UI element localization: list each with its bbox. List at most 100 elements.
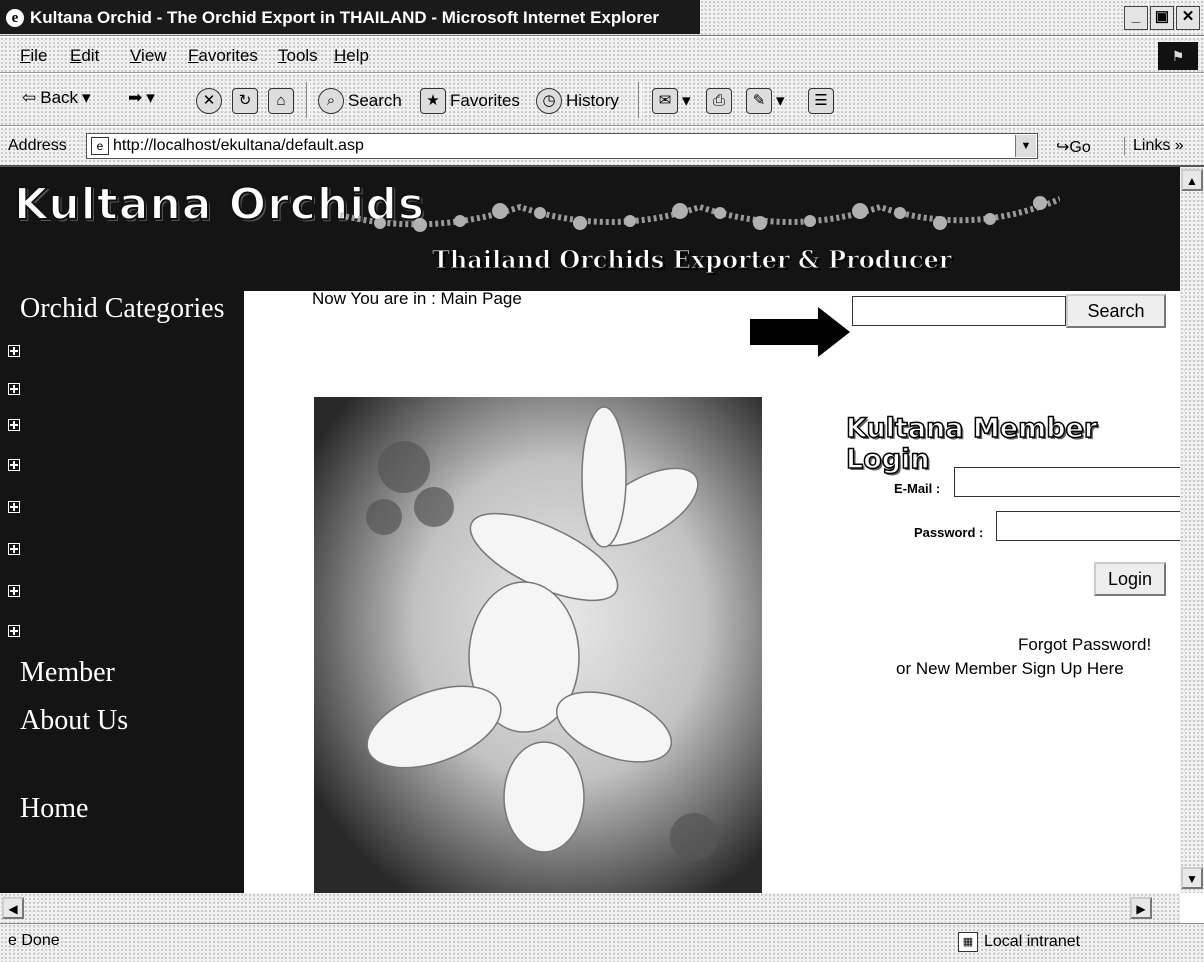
history-toolbar-button[interactable]: ◷ History [536, 88, 619, 114]
page-icon: e [91, 137, 109, 155]
password-field[interactable] [996, 511, 1180, 541]
login-button[interactable]: Login [1094, 562, 1166, 596]
orchid-categories-heading: Orchid Categories [20, 293, 225, 324]
search-input[interactable] [852, 296, 1066, 326]
status-text: e Done [8, 932, 60, 950]
go-label: Go [1069, 139, 1091, 156]
sidebar-link-member[interactable]: Member [20, 657, 115, 689]
address-url: http://localhost/ekultana/default.asp [113, 137, 364, 154]
minimize-button[interactable]: _ [1124, 6, 1148, 30]
search-toolbar-button[interactable]: ⌕ Search [318, 88, 402, 114]
search-toolbar-label: Search [348, 91, 402, 110]
home-icon: ⌂ [268, 88, 294, 114]
orchid-garland-decoration [340, 196, 1060, 232]
password-label: Password : [914, 525, 984, 540]
discuss-button[interactable]: ☰ [808, 88, 834, 114]
favorites-icon: ★ [420, 88, 446, 114]
menu-bar: File Edit View Favorites Tools Help [0, 37, 1204, 73]
status-label: Done [21, 932, 60, 949]
go-button[interactable]: ↪Go [1056, 137, 1091, 157]
ie-icon: e [6, 9, 24, 27]
page-viewport: Kultana Orchids Thailand Orchids Exporte… [0, 167, 1180, 893]
sidebar-link-about-us[interactable]: About Us [20, 705, 128, 737]
stop-button[interactable]: ✕ [196, 88, 222, 114]
menu-view[interactable]: View [130, 46, 167, 66]
discuss-icon: ☰ [808, 88, 834, 114]
home-button[interactable]: ⌂ [268, 88, 294, 114]
menu-edit[interactable]: Edit [70, 46, 99, 66]
links-label: Links [1133, 137, 1171, 154]
toolbar: ⇦ Back ▾ ➡ ▾ ✕ ↻ ⌂ ⌕ Search ★ Favorites … [0, 74, 1204, 126]
forgot-password-link[interactable]: Forgot Password! [1018, 635, 1151, 655]
vertical-scrollbar[interactable]: ▲ ▼ [1180, 167, 1204, 893]
category-bullet-icon[interactable] [8, 419, 20, 431]
scroll-up-icon[interactable]: ▲ [1181, 169, 1203, 191]
toolbar-separator [306, 82, 310, 118]
windows-logo-icon: ⚑ [1158, 42, 1198, 70]
mail-button[interactable]: ✉ ▾ [652, 88, 691, 114]
scroll-down-icon[interactable]: ▼ [1181, 867, 1203, 889]
toolbar-separator [638, 82, 642, 118]
login-title: Kultana Member Login [845, 412, 1098, 476]
email-label: E-Mail : [894, 481, 941, 496]
chevron-down-icon: ▾ [776, 91, 785, 110]
address-bar: Address e http://localhost/ekultana/defa… [0, 127, 1204, 167]
history-toolbar-label: History [566, 91, 619, 110]
category-bullet-icon[interactable] [8, 543, 20, 555]
address-label: Address [8, 137, 67, 154]
arrow-right-icon [750, 307, 850, 357]
category-bullet-icon[interactable] [8, 345, 20, 357]
sidebar: Orchid Categories Member About Us Home [0, 291, 244, 893]
menu-help[interactable]: Help [334, 46, 369, 66]
horizontal-scrollbar[interactable]: ◀ ▶ [0, 893, 1180, 923]
window-title: Kultana Orchid - The Orchid Export in TH… [30, 8, 660, 27]
menu-favorites[interactable]: Favorites [188, 46, 258, 66]
title-bar: e Kultana Orchid - The Orchid Export in … [0, 0, 1204, 36]
category-bullet-icon[interactable] [8, 625, 20, 637]
edit-icon: ✎ [746, 88, 772, 114]
email-field[interactable] [954, 467, 1180, 497]
edit-button[interactable]: ✎ ▾ [746, 88, 785, 114]
refresh-button[interactable]: ↻ [232, 88, 258, 114]
security-zone: ▦ Local intranet [958, 932, 1080, 952]
page-icon: e [8, 932, 17, 949]
print-button[interactable]: ⎙ [706, 88, 732, 114]
back-arrow-icon: ⇦ [22, 88, 37, 107]
forward-button[interactable]: ➡ ▾ [128, 88, 155, 108]
breadcrumb: Now You are in : Main Page [312, 289, 522, 308]
scroll-right-icon[interactable]: ▶ [1130, 897, 1152, 919]
chevron-down-icon: ▾ [146, 88, 155, 107]
favorites-toolbar-button[interactable]: ★ Favorites [420, 88, 520, 114]
refresh-icon: ↻ [232, 88, 258, 114]
search-button[interactable]: Search [1066, 294, 1166, 328]
forward-arrow-icon: ➡ [128, 88, 143, 107]
mail-icon: ✉ [652, 88, 678, 114]
category-bullet-icon[interactable] [8, 383, 20, 395]
chevron-down-icon: ▾ [682, 91, 691, 110]
links-button[interactable]: Links » [1124, 137, 1184, 155]
status-bar: e Done ▦ Local intranet [0, 923, 1204, 962]
category-bullet-icon[interactable] [8, 585, 20, 597]
menu-tools[interactable]: Tools [278, 46, 318, 66]
stop-icon: ✕ [196, 88, 222, 114]
menu-file[interactable]: File [20, 46, 47, 66]
maximize-button[interactable]: ▣ [1150, 6, 1174, 30]
chevron-down-icon: ▾ [82, 88, 91, 107]
zone-label: Local intranet [984, 933, 1081, 950]
category-bullet-icon[interactable] [8, 501, 20, 513]
site-tagline: Thailand Orchids Exporter & Producer [431, 245, 952, 275]
chevron-down-icon[interactable]: ▼ [1015, 135, 1036, 157]
scroll-left-icon[interactable]: ◀ [2, 897, 24, 919]
back-label: Back [40, 88, 79, 107]
category-bullet-icon[interactable] [8, 459, 20, 471]
back-button[interactable]: ⇦ Back ▾ [22, 88, 91, 108]
sidebar-link-home[interactable]: Home [20, 793, 88, 825]
close-button[interactable]: ✕ [1176, 6, 1200, 30]
history-icon: ◷ [536, 88, 562, 114]
signup-link[interactable]: or New Member Sign Up Here [896, 659, 1124, 679]
go-arrow-icon: ↪ [1056, 139, 1070, 156]
intranet-icon: ▦ [958, 932, 978, 952]
address-input[interactable]: e http://localhost/ekultana/default.asp … [86, 133, 1038, 159]
orchid-photo [314, 397, 762, 893]
print-icon: ⎙ [706, 88, 732, 114]
